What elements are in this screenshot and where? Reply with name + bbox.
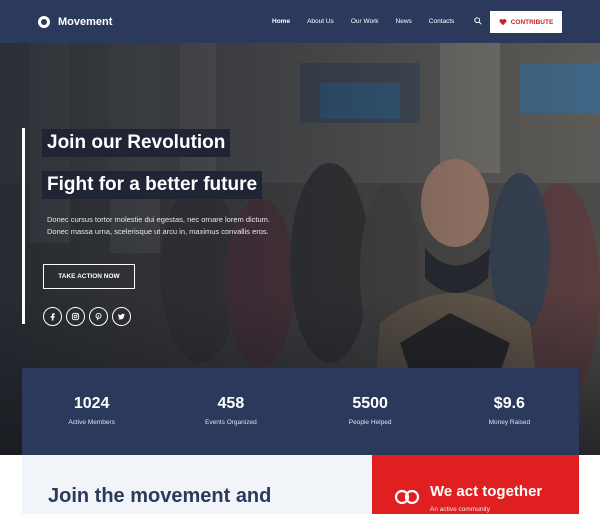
- take-action-button[interactable]: TAKE ACTION NOW: [43, 264, 135, 289]
- stat-label: Active Members: [68, 419, 115, 426]
- top-navbar: Movement Home About Us Our Work News Con…: [0, 0, 600, 43]
- search-icon[interactable]: [474, 17, 482, 25]
- stat-label: Events Organized: [205, 419, 257, 426]
- stat-label: People Helped: [348, 419, 392, 426]
- heart-icon: [499, 19, 507, 26]
- hero-description: Donec cursus tortor molestie dui egestas…: [47, 215, 271, 236]
- main-menu: Home About Us Our Work News Contacts: [272, 0, 471, 43]
- contribute-label: CONTRIBUTE: [510, 18, 554, 26]
- stats-bar: 1024 Active Members 458 Events Organized…: [22, 368, 579, 455]
- stat-active-members: 1024 Active Members: [22, 368, 161, 455]
- nav-link-news[interactable]: News: [396, 18, 412, 25]
- stat-value: 458: [217, 395, 245, 412]
- join-movement-panel: Join the movement and: [22, 455, 372, 514]
- social-links: [43, 307, 131, 326]
- join-movement-heading: Join the movement and: [48, 485, 272, 507]
- hero-accent-bar: [22, 128, 25, 324]
- brand-icon: [38, 15, 50, 28]
- nav-link-contacts[interactable]: Contacts: [429, 18, 455, 25]
- stat-value: 1024: [73, 395, 110, 412]
- act-together-panel: We act together An active community: [372, 455, 579, 514]
- rings-icon: [394, 489, 420, 505]
- nav-link-our-work[interactable]: Our Work: [351, 18, 379, 25]
- hero-headline-1: Join our Revolution: [42, 129, 231, 157]
- act-together-subtitle: An active community: [430, 506, 490, 513]
- hero-headline-2: Fight for a better future: [42, 171, 263, 199]
- stat-label: Money Raised: [488, 419, 531, 426]
- instagram-icon[interactable]: [66, 307, 85, 326]
- contribute-button[interactable]: CONTRIBUTE: [490, 11, 562, 33]
- stat-people-helped: 5500 People Helped: [301, 368, 440, 455]
- stat-money-raised: $9.6 Money Raised: [440, 368, 579, 455]
- nav-link-home[interactable]: Home: [272, 18, 290, 25]
- stat-events-organized: 458 Events Organized: [161, 368, 300, 455]
- nav-link-about-us[interactable]: About Us: [307, 18, 334, 25]
- stat-value: 5500: [352, 395, 388, 412]
- stat-value: $9.6: [493, 395, 525, 412]
- twitter-icon[interactable]: [112, 307, 131, 326]
- facebook-icon[interactable]: [43, 307, 62, 326]
- act-together-heading: We act together: [430, 483, 543, 500]
- pinterest-icon[interactable]: [89, 307, 108, 326]
- brand-name: Movement: [58, 15, 113, 28]
- brand-logo[interactable]: Movement: [38, 15, 113, 28]
